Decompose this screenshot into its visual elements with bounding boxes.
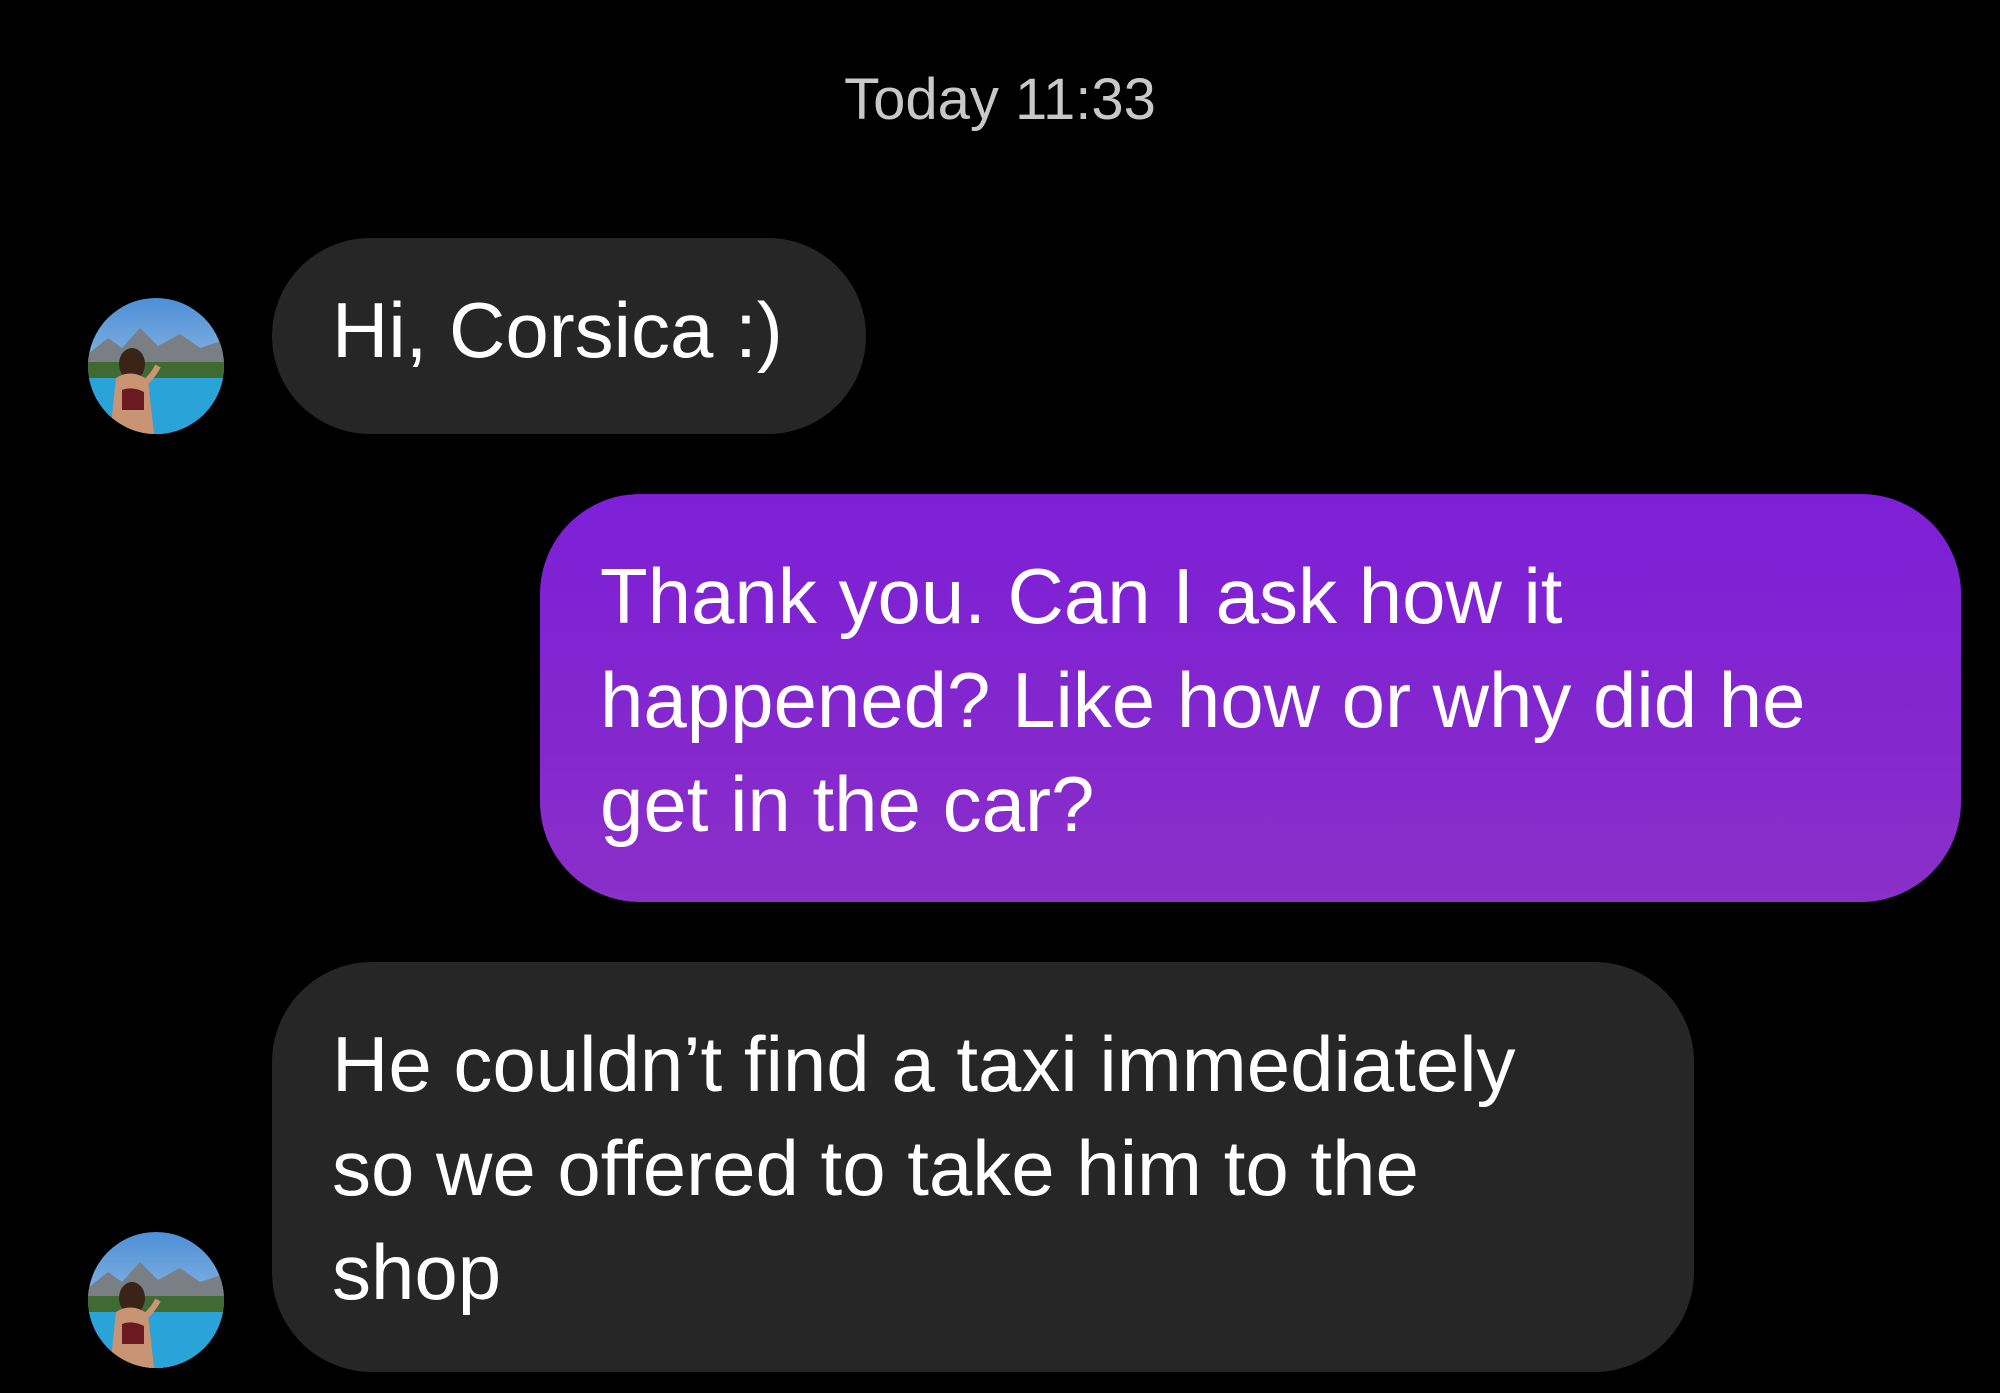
message-text-line: He couldn’t find a taxi immediately — [332, 1020, 1516, 1108]
incoming-message-bubble[interactable]: Hi, Corsica :) — [272, 238, 866, 434]
message-text-line: so we offered to take him to the — [332, 1124, 1419, 1212]
outgoing-message-bubble[interactable]: Thank you. Can I ask how it happened? Li… — [540, 494, 1961, 902]
message-text-line: get in the car? — [600, 760, 1095, 848]
contact-avatar[interactable] — [88, 1232, 224, 1368]
message-text-line: Hi, Corsica :) — [332, 286, 783, 374]
message-text-line: Thank you. Can I ask how it — [600, 552, 1563, 640]
incoming-message-bubble[interactable]: He couldn’t find a taxi immediately so w… — [272, 962, 1694, 1372]
avatar-photo-icon — [88, 298, 224, 434]
message-text-line: shop — [332, 1228, 502, 1316]
contact-avatar[interactable] — [88, 298, 224, 434]
message-timestamp: Today 11:33 — [844, 67, 1156, 132]
message-text-line: happened? Like how or why did he — [600, 656, 1806, 744]
avatar-photo-icon — [88, 1232, 224, 1368]
